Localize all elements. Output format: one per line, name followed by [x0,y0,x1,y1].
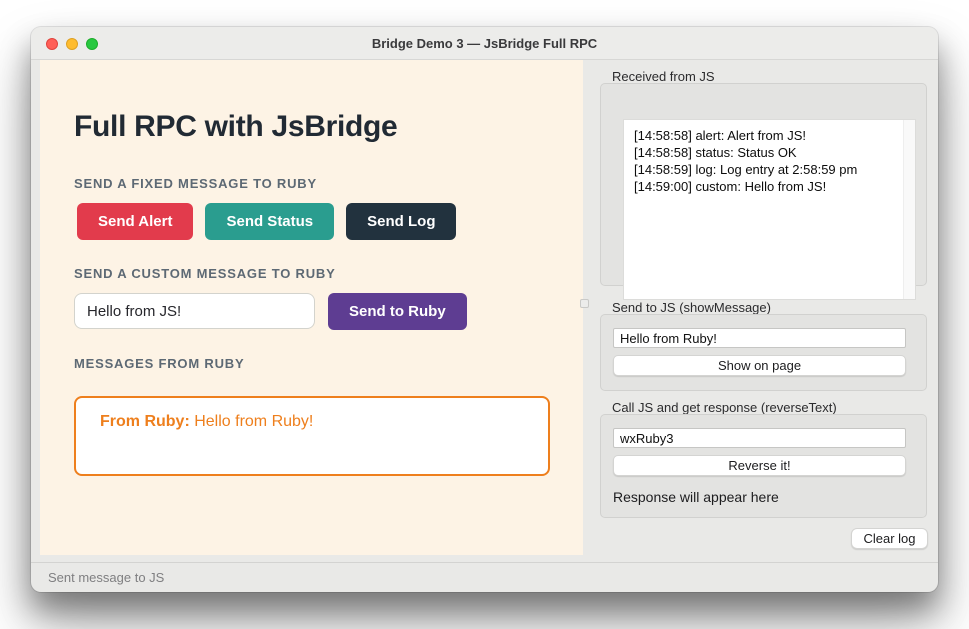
log-line: [14:59:00] custom: Hello from JS! [634,178,905,195]
splitter-handle[interactable] [580,299,589,308]
custom-section-label: SEND A CUSTOM MESSAGE TO RUBY [74,266,336,281]
send-alert-button[interactable]: Send Alert [77,203,193,240]
minimize-button[interactable] [66,38,78,50]
send-to-js-input[interactable] [613,328,906,348]
log-line: [14:58:58] status: Status OK [634,144,905,161]
custom-message-input[interactable] [74,293,315,329]
close-button[interactable] [46,38,58,50]
log-line: [14:58:58] alert: Alert from JS! [634,127,905,144]
status-bar: Sent message to JS [31,562,938,592]
title-bar[interactable]: Bridge Demo 3 — JsBridge Full RPC [31,27,938,60]
reverse-it-button[interactable]: Reverse it! [613,455,906,476]
from-ruby-prefix: From Ruby: [100,413,190,430]
window-title: Bridge Demo 3 — JsBridge Full RPC [372,36,597,51]
send-status-button[interactable]: Send Status [205,203,334,240]
received-from-js-label: Received from JS [612,69,715,84]
control-panel: Received from JS [14:58:58] alert: Alert… [591,60,938,555]
page-title: Full RPC with JsBridge [74,110,397,144]
from-ruby-message: Hello from Ruby! [190,413,314,430]
ruby-message-text: From Ruby: Hello from Ruby! [100,413,313,430]
fixed-section-label: SEND A FIXED MESSAGE TO RUBY [74,176,317,191]
send-to-js-label: Send to JS (showMessage) [612,300,771,315]
send-to-js-groupbox [600,314,927,391]
reverse-text-input[interactable] [613,428,906,448]
status-text: Sent message to JS [48,570,164,585]
desktop-background: Bridge Demo 3 — JsBridge Full RPC Full R… [0,0,969,629]
fixed-buttons-row: Send Alert Send Status Send Log [77,203,456,240]
call-js-label: Call JS and get response (reverseText) [612,400,837,415]
ruby-message-box: From Ruby: Hello from Ruby! [74,396,550,476]
zoom-button[interactable] [86,38,98,50]
send-to-ruby-button[interactable]: Send to Ruby [328,293,467,330]
log-lines: [14:58:58] alert: Alert from JS! [14:58:… [624,120,915,202]
send-log-button[interactable]: Send Log [346,203,456,240]
app-window: Bridge Demo 3 — JsBridge Full RPC Full R… [31,27,938,592]
log-line: [14:58:59] log: Log entry at 2:58:59 pm [634,161,905,178]
clear-log-button[interactable]: Clear log [851,528,928,549]
webview-pane: Full RPC with JsBridge SEND A FIXED MESS… [40,60,583,555]
vertical-scrollbar[interactable] [903,120,915,299]
received-groupbox: [14:58:58] alert: Alert from JS! [14:58:… [600,83,927,286]
show-on-page-button[interactable]: Show on page [613,355,906,376]
log-textarea[interactable]: [14:58:58] alert: Alert from JS! [14:58:… [623,119,916,300]
messages-section-label: MESSAGES FROM RUBY [74,356,244,371]
traffic-lights [46,27,98,60]
response-placeholder-text: Response will appear here [613,489,779,505]
custom-message-row: Send to Ruby [74,293,467,330]
